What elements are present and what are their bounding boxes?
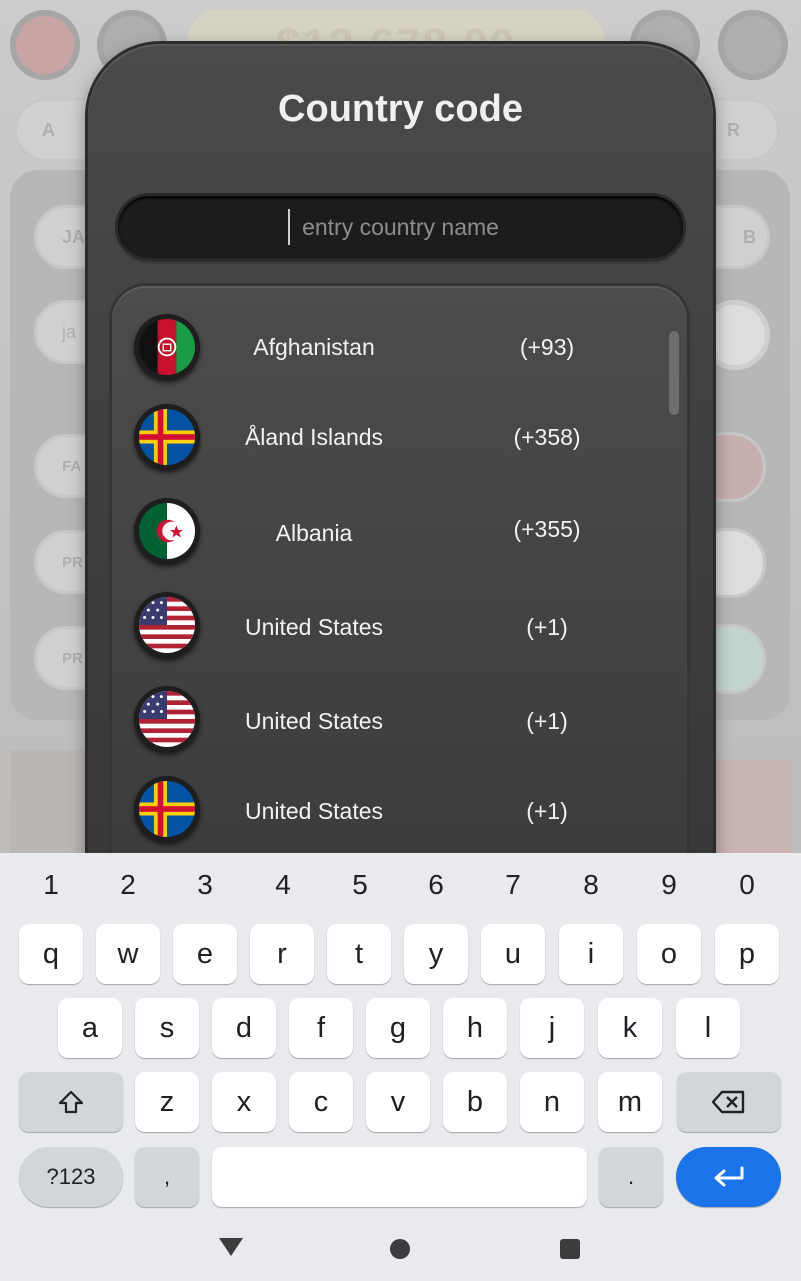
- key-v[interactable]: v: [366, 1072, 430, 1132]
- key-o[interactable]: o: [637, 924, 701, 984]
- key-s[interactable]: s: [135, 998, 199, 1058]
- key-g[interactable]: g: [366, 998, 430, 1058]
- backspace-key[interactable]: [677, 1072, 781, 1132]
- key-q[interactable]: q: [19, 924, 83, 984]
- country-row[interactable]: United States (+1): [112, 674, 672, 760]
- key-e[interactable]: e: [173, 924, 237, 984]
- key-p[interactable]: p: [715, 924, 779, 984]
- country-search-input[interactable]: [118, 196, 683, 258]
- search-box[interactable]: [118, 196, 683, 258]
- key-k[interactable]: k: [598, 998, 662, 1058]
- key-2[interactable]: 2: [98, 865, 158, 905]
- period-key[interactable]: .: [599, 1147, 663, 1207]
- country-dial-code: (+1): [526, 614, 568, 640]
- country-row[interactable]: United States (+1): [112, 764, 672, 850]
- recents-nav-icon[interactable]: [559, 1238, 581, 1260]
- key-j[interactable]: j: [520, 998, 584, 1058]
- key-x[interactable]: x: [212, 1072, 276, 1132]
- key-3[interactable]: 3: [175, 865, 235, 905]
- space-bar[interactable]: [212, 1147, 587, 1207]
- country-name: Afghanistan: [253, 334, 375, 360]
- country-name: United States: [244, 614, 384, 640]
- comma-key[interactable]: ,: [135, 1147, 199, 1207]
- key-6[interactable]: 6: [406, 865, 466, 905]
- key-c[interactable]: c: [289, 1072, 353, 1132]
- shift-icon: [58, 1090, 84, 1114]
- country-name: United States: [244, 798, 384, 824]
- dialog-title: Country code: [278, 88, 523, 130]
- key-r[interactable]: r: [250, 924, 314, 984]
- key-0[interactable]: 0: [717, 865, 777, 905]
- home-nav-icon[interactable]: [389, 1238, 411, 1260]
- usa-flag-icon: [134, 592, 200, 658]
- country-dial-code: (+1): [526, 708, 568, 734]
- text-cursor: [288, 209, 290, 245]
- country-name: United States: [244, 708, 384, 734]
- usa-flag-icon: [134, 686, 200, 752]
- country-code-dialog: Country code Afghanistan (+93): [88, 44, 713, 866]
- key-w[interactable]: w: [96, 924, 160, 984]
- symbols-key[interactable]: ?123: [19, 1147, 123, 1207]
- enter-key[interactable]: [676, 1147, 781, 1207]
- backspace-icon: [711, 1090, 745, 1114]
- key-4[interactable]: 4: [253, 865, 313, 905]
- key-a[interactable]: a: [58, 998, 122, 1058]
- country-list[interactable]: Afghanistan (+93) Åland Islands (+358) A…: [112, 286, 687, 866]
- country-name: Åland Islands: [244, 424, 384, 450]
- enter-icon: [714, 1166, 743, 1187]
- country-row[interactable]: Afghanistan (+93): [112, 304, 672, 390]
- country-dial-code: (+355): [513, 516, 581, 542]
- key-f[interactable]: f: [289, 998, 353, 1058]
- key-m[interactable]: m: [598, 1072, 662, 1132]
- key-u[interactable]: u: [481, 924, 545, 984]
- country-name: Albania: [275, 520, 353, 546]
- country-row[interactable]: Albania (+355): [112, 486, 672, 572]
- algeria-style-flag-icon: [134, 498, 200, 564]
- key-t[interactable]: t: [327, 924, 391, 984]
- key-d[interactable]: d: [212, 998, 276, 1058]
- back-nav-icon[interactable]: [218, 1236, 244, 1258]
- key-7[interactable]: 7: [483, 865, 543, 905]
- country-dial-code: (+93): [519, 334, 575, 360]
- key-9[interactable]: 9: [639, 865, 699, 905]
- key-z[interactable]: z: [135, 1072, 199, 1132]
- key-i[interactable]: i: [559, 924, 623, 984]
- shift-key[interactable]: [19, 1072, 123, 1132]
- key-5[interactable]: 5: [330, 865, 390, 905]
- key-h[interactable]: h: [443, 998, 507, 1058]
- aland-flag-icon: [134, 404, 200, 470]
- key-n[interactable]: n: [520, 1072, 584, 1132]
- aland-flag-icon: [134, 776, 200, 842]
- soft-keyboard: 1 2 3 4 5 6 7 8 9 0 q w e r t y u i o p …: [0, 853, 801, 1281]
- key-l[interactable]: l: [676, 998, 740, 1058]
- key-1[interactable]: 1: [21, 865, 81, 905]
- country-dial-code: (+1): [526, 798, 568, 824]
- key-8[interactable]: 8: [561, 865, 621, 905]
- afghanistan-flag-icon: [134, 314, 200, 380]
- country-dial-code: (+358): [513, 424, 581, 450]
- country-row[interactable]: United States (+1): [112, 580, 672, 666]
- country-row[interactable]: Åland Islands (+358): [112, 394, 672, 480]
- key-b[interactable]: b: [443, 1072, 507, 1132]
- key-y[interactable]: y: [404, 924, 468, 984]
